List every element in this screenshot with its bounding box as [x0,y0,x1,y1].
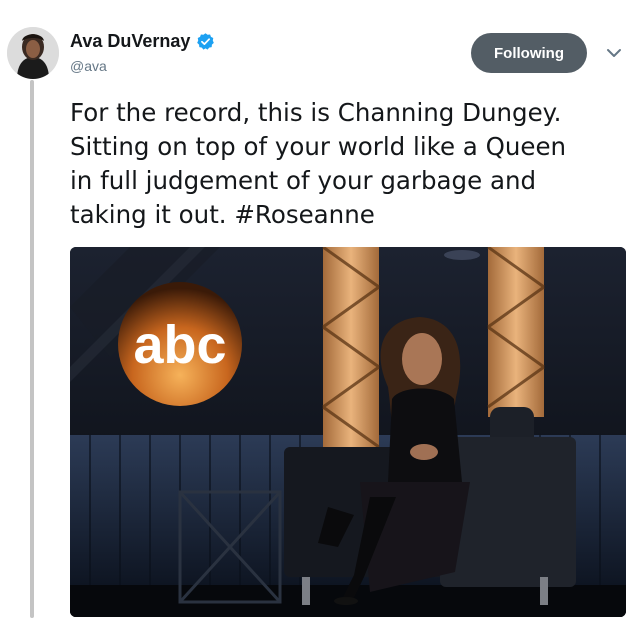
following-button[interactable]: Following [471,33,587,73]
tweet-author[interactable]: Ava DuVernay @ava [70,30,215,74]
tweet-card: Ava DuVernay @ava Following For the reco… [0,0,630,622]
tweet-text-line: taking it out. #Roseanne [70,200,375,229]
chevron-down-icon[interactable] [606,46,622,58]
abc-logo: abc [118,282,242,406]
author-handle: @ava [70,58,107,74]
verified-badge-icon [196,32,215,51]
thread-line [30,80,34,618]
abc-logo-text: abc [133,315,226,375]
tweet-text-line: For the record, this is Channing Dungey. [70,98,562,127]
author-name[interactable]: Ava DuVernay [70,31,190,52]
avatar[interactable] [7,27,59,79]
tweet-text-line: in full judgement of your garbage and [70,166,537,195]
tweet-text-line: Sitting on top of your world like a Quee… [70,132,567,161]
tweet-text: For the record, this is Channing Dungey.… [70,96,622,232]
tweet-photo[interactable]: abc [70,247,626,617]
